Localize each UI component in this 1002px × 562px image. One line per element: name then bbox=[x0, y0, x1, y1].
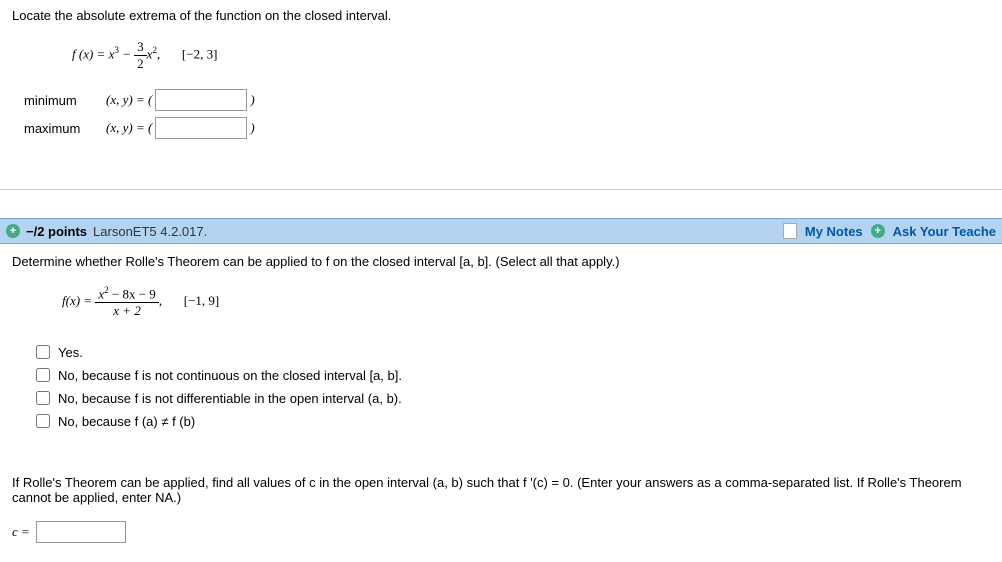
option-label: No, because f is not continuous on the c… bbox=[58, 368, 402, 383]
plus-icon[interactable]: + bbox=[871, 224, 885, 238]
q2-header: + −/2 points LarsonET5 4.2.017. My Notes… bbox=[0, 218, 1002, 244]
question-2: Determine whether Rolle's Theorem can be… bbox=[0, 244, 1002, 457]
option-checkbox-3[interactable] bbox=[36, 391, 50, 405]
maximum-label: maximum bbox=[24, 121, 106, 136]
question-1: Locate the absolute extrema of the funct… bbox=[0, 0, 1002, 161]
my-notes-link[interactable]: My Notes bbox=[805, 224, 863, 239]
option-label: Yes. bbox=[58, 345, 83, 360]
option-checkbox-1[interactable] bbox=[36, 345, 50, 359]
q2-options: Yes. No, because f is not continuous on … bbox=[12, 333, 990, 447]
maximum-input[interactable] bbox=[155, 117, 247, 139]
c-answer-row: c = bbox=[0, 511, 1002, 553]
expand-icon[interactable]: + bbox=[6, 224, 20, 238]
q2-fraction: x2 − 8x − 9x + 2 bbox=[95, 285, 159, 319]
option-label: No, because f is not differentiable in t… bbox=[58, 391, 402, 406]
option-row: No, because f is not continuous on the c… bbox=[36, 368, 990, 383]
minimum-input[interactable] bbox=[155, 89, 247, 111]
q2-instruction: Determine whether Rolle's Theorem can be… bbox=[12, 254, 990, 269]
q1-interval: [−2, 3] bbox=[182, 47, 218, 62]
option-label: No, because f (a) ≠ f (b) bbox=[58, 414, 195, 429]
q2-interval: [−1, 9] bbox=[184, 293, 220, 308]
option-row: Yes. bbox=[36, 345, 990, 360]
note-icon[interactable] bbox=[783, 223, 797, 239]
q1-fraction: 32 bbox=[134, 39, 147, 71]
option-checkbox-4[interactable] bbox=[36, 414, 50, 428]
points-text: −/2 points bbox=[26, 224, 87, 239]
option-row: No, because f is not differentiable in t… bbox=[36, 391, 990, 406]
option-checkbox-2[interactable] bbox=[36, 368, 50, 382]
q1-max-row: maximum (x, y) = ( ) bbox=[24, 117, 990, 139]
minimum-label: minimum bbox=[24, 93, 106, 108]
ask-teacher-link[interactable]: Ask Your Teache bbox=[893, 224, 996, 239]
c-label: c = bbox=[12, 524, 30, 540]
option-row: No, because f (a) ≠ f (b) bbox=[36, 414, 990, 429]
q1-formula: f (x) = x3 − 32x2, [−2, 3] bbox=[12, 31, 990, 83]
q1-func-lhs: f (x) = x bbox=[72, 47, 114, 62]
q2-formula: f(x) = x2 − 8x − 9x + 2, [−1, 9] bbox=[12, 277, 990, 333]
q1-instruction: Locate the absolute extrema of the funct… bbox=[12, 8, 990, 23]
c-input[interactable] bbox=[36, 521, 126, 543]
q1-min-row: minimum (x, y) = ( ) bbox=[24, 89, 990, 111]
q2-followup: If Rolle's Theorem can be applied, find … bbox=[0, 457, 1002, 511]
exercise-ref: LarsonET5 4.2.017. bbox=[93, 224, 207, 239]
section-divider bbox=[0, 189, 1002, 190]
